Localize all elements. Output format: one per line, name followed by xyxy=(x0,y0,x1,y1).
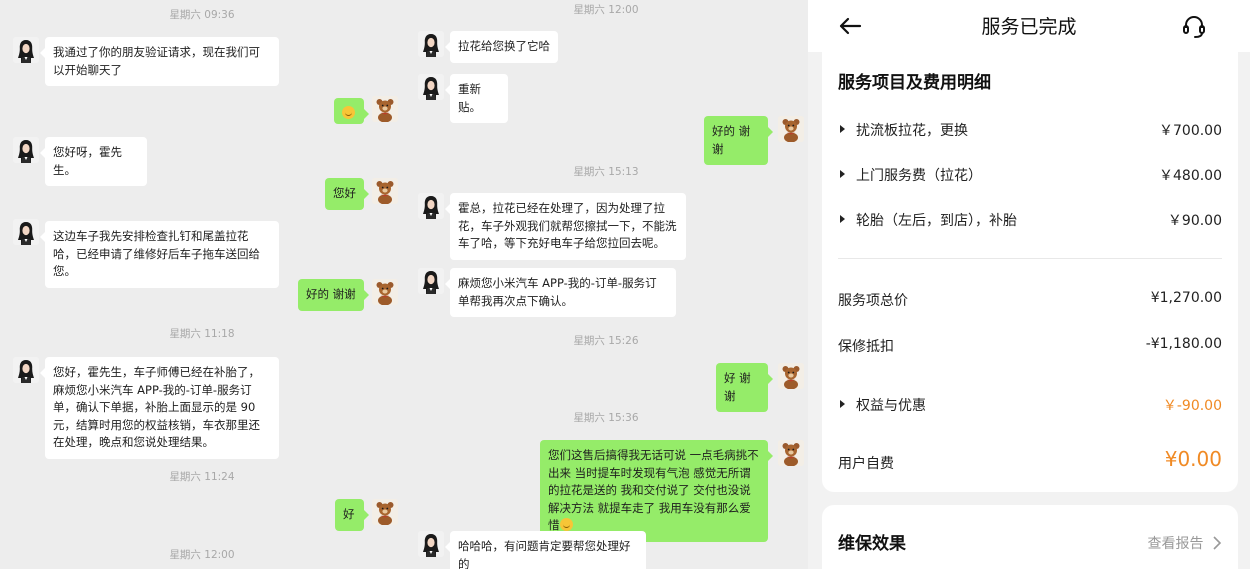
agent-avatar[interactable] xyxy=(418,268,444,294)
chat-screenshot-right: 星期六 12:00 拉花给您换了它哈 重新贴。 好的 谢谢 星期六 15:13 … xyxy=(404,0,808,569)
message-bubble[interactable]: 您们这售后搞得我无话可说 一点毛病挑不出来 当时提车时发现有气泡 感觉无所谓的拉… xyxy=(540,440,773,542)
grin-emoji-icon xyxy=(559,518,573,531)
headset-icon[interactable] xyxy=(1180,12,1208,40)
expand-triangle-icon xyxy=(840,215,845,223)
benefit-value: ￥-90.00 xyxy=(1162,398,1222,414)
expand-triangle-icon xyxy=(840,170,845,178)
timestamp: 星期六 11:18 xyxy=(169,328,235,340)
agent-avatar[interactable] xyxy=(418,74,444,100)
pay-row: 用户自费 ¥0.00 xyxy=(838,447,1222,473)
benefit-row[interactable]: 权益与优惠 ￥-90.00 xyxy=(838,395,1222,415)
fee-item-value: ￥700.00 xyxy=(1159,123,1222,139)
agent-avatar[interactable] xyxy=(418,531,444,557)
message-bubble[interactable]: 重新贴。 xyxy=(445,74,508,123)
message-bubble[interactable]: 霍总，拉花已经在处理了，因为处理了拉花，车子外观我们就帮您擦拭一下，不能洗车了哈… xyxy=(445,193,686,260)
user-avatar[interactable] xyxy=(372,96,398,122)
fee-item-label: 扰流板拉花，更换 xyxy=(856,123,968,139)
message-bubble[interactable]: 哈哈哈，有问题肯定要帮您处理好的 xyxy=(445,531,646,569)
timestamp: 星期六 11:24 xyxy=(169,471,235,483)
message-bubble[interactable]: 好 xyxy=(335,499,369,531)
smile-emoji-icon xyxy=(342,106,355,119)
message-bubble[interactable]: 麻烦您小米汽车 APP-我的-订单-服务订单帮我再次点下确认。 xyxy=(445,268,676,317)
fee-item-label: 轮胎（左后，到店），补胎 xyxy=(856,213,1017,229)
expand-triangle-icon xyxy=(840,400,845,408)
agent-avatar[interactable] xyxy=(418,193,444,219)
fee-details-card: 服务项目及费用明细 扰流板拉花，更换 ￥700.00 上门服务费（拉花） ￥48… xyxy=(822,40,1238,492)
fee-item-label: 上门服务费（拉花） xyxy=(856,168,982,184)
user-avatar[interactable] xyxy=(372,499,398,525)
agent-avatar[interactable] xyxy=(13,37,39,63)
expand-triangle-icon xyxy=(840,125,845,133)
message-bubble[interactable]: 好 谢谢 xyxy=(716,363,773,412)
timestamp: 星期六 15:13 xyxy=(573,166,639,178)
message-bubble[interactable]: 您好呀，霍先生。 xyxy=(40,137,147,186)
pay-value: ¥0.00 xyxy=(1164,447,1222,471)
warranty-label: 保修抵扣 xyxy=(838,339,894,355)
user-avatar[interactable] xyxy=(778,116,804,142)
warranty-row: 保修抵扣 -¥1,180.00 xyxy=(838,336,1222,356)
fee-item-value: ￥480.00 xyxy=(1159,168,1222,184)
user-avatar[interactable] xyxy=(372,279,398,305)
section-title: 服务项目及费用明细 xyxy=(838,73,991,93)
fee-item-value: ￥90.00 xyxy=(1167,213,1222,229)
chat-screenshot-left: 星期六 09:36 我通过了你的朋友验证请求，现在我们可以开始聊天了 您好呀，霍… xyxy=(0,0,404,569)
pay-label: 用户自费 xyxy=(838,456,894,472)
message-bubble[interactable]: 好的 谢谢 xyxy=(704,116,773,165)
fee-item-row[interactable]: 扰流板拉花，更换 ￥700.00 xyxy=(838,120,1222,140)
chevron-right-icon xyxy=(1213,536,1222,550)
total-label: 服务项总价 xyxy=(838,293,908,309)
timestamp: 星期六 09:36 xyxy=(169,9,235,21)
message-bubble[interactable]: 拉花给您换了它哈 xyxy=(445,31,558,63)
divider xyxy=(838,258,1222,259)
service-order-panel: 服务已完成 服务项目及费用明细 扰流板拉花，更换 ￥700.00 上门服务费（拉… xyxy=(808,0,1250,569)
effect-title: 维保效果 xyxy=(838,534,906,554)
message-bubble[interactable]: 您好 xyxy=(325,178,369,210)
fee-item-row[interactable]: 上门服务费（拉花） ￥480.00 xyxy=(838,165,1222,185)
timestamp: 星期六 15:36 xyxy=(573,412,639,424)
view-report-label: 查看报告 xyxy=(1147,536,1204,552)
warranty-value: -¥1,180.00 xyxy=(1145,336,1222,352)
user-avatar[interactable] xyxy=(372,178,398,204)
timestamp: 星期六 15:26 xyxy=(573,335,639,347)
timestamp: 星期六 12:00 xyxy=(573,4,639,16)
total-value: ¥1,270.00 xyxy=(1150,290,1222,306)
total-row: 服务项总价 ¥1,270.00 xyxy=(838,290,1222,310)
message-bubble[interactable]: 好的 谢谢 xyxy=(298,279,369,311)
timestamp: 星期六 12:00 xyxy=(169,549,235,561)
maintenance-effect-card: 维保效果 查看报告 xyxy=(822,505,1238,569)
message-text: 您们这售后搞得我无话可说 一点毛病挑不出来 当时提车时发现有气泡 感觉无所谓的拉… xyxy=(548,448,759,532)
view-report-link[interactable]: 查看报告 xyxy=(1148,533,1222,553)
agent-avatar[interactable] xyxy=(13,219,39,245)
agent-avatar[interactable] xyxy=(418,31,444,57)
message-bubble[interactable]: 我通过了你的朋友验证请求，现在我们可以开始聊天了 xyxy=(40,37,279,86)
message-bubble[interactable]: 这边车子我先安排检查扎钉和尾盖拉花哈，已经申请了维修好后车子拖车送回给您。 xyxy=(40,221,279,288)
user-avatar[interactable] xyxy=(778,363,804,389)
benefit-label: 权益与优惠 xyxy=(856,398,926,414)
agent-avatar[interactable] xyxy=(13,137,39,163)
fee-item-row[interactable]: 轮胎（左后，到店），补胎 ￥90.00 xyxy=(838,210,1222,230)
message-bubble[interactable]: 您好，霍先生，车子师傅已经在补胎了，麻烦您小米汽车 APP-我的-订单-服务订单… xyxy=(40,357,279,459)
user-avatar[interactable] xyxy=(778,440,804,466)
agent-avatar[interactable] xyxy=(13,357,39,383)
message-bubble[interactable] xyxy=(334,98,369,124)
